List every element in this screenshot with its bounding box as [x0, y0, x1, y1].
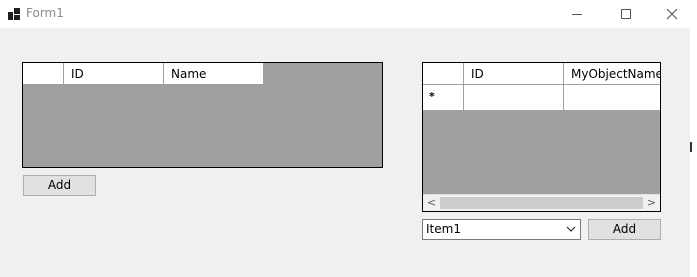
item-combobox[interactable]: Item1 [422, 219, 581, 240]
column-header-name[interactable]: Name [164, 63, 264, 85]
left-data-grid[interactable]: ID Name [22, 62, 383, 168]
minimize-icon [572, 13, 582, 15]
form-app-icon [8, 8, 20, 20]
horizontal-scrollbar[interactable]: < > [423, 194, 660, 211]
title-bar[interactable]: Form1 [0, 0, 690, 28]
window-edge [690, 0, 697, 277]
left-add-button[interactable]: Add [23, 175, 96, 196]
new-row-header[interactable]: * [423, 85, 464, 111]
scroll-left-icon[interactable]: < [423, 195, 440, 211]
right-data-grid[interactable]: ID MyObjectName * < > [422, 62, 661, 212]
maximize-button[interactable] [603, 0, 649, 28]
new-row-id-cell[interactable] [464, 85, 564, 111]
scroll-right-icon[interactable]: > [643, 195, 660, 211]
column-header-id[interactable]: ID [64, 63, 164, 85]
close-button[interactable] [649, 0, 695, 28]
right-add-button[interactable]: Add [588, 219, 661, 240]
maximize-icon [621, 9, 631, 19]
column-header-id[interactable]: ID [464, 63, 564, 85]
row-header-corner[interactable] [423, 63, 464, 85]
combobox-selected-value: Item1 [426, 222, 461, 236]
new-row-marker: * [429, 90, 435, 103]
new-row-myobjectname-cell[interactable] [564, 85, 660, 111]
column-header-myobjectname[interactable]: MyObjectName [564, 63, 660, 85]
window-title: Form1 [26, 6, 64, 20]
chevron-down-icon[interactable] [565, 223, 577, 235]
window-edge-mark [690, 142, 692, 152]
row-header-corner[interactable] [23, 63, 64, 85]
minimize-button[interactable] [554, 0, 600, 28]
close-icon [666, 8, 678, 20]
scroll-thumb[interactable] [440, 197, 643, 209]
